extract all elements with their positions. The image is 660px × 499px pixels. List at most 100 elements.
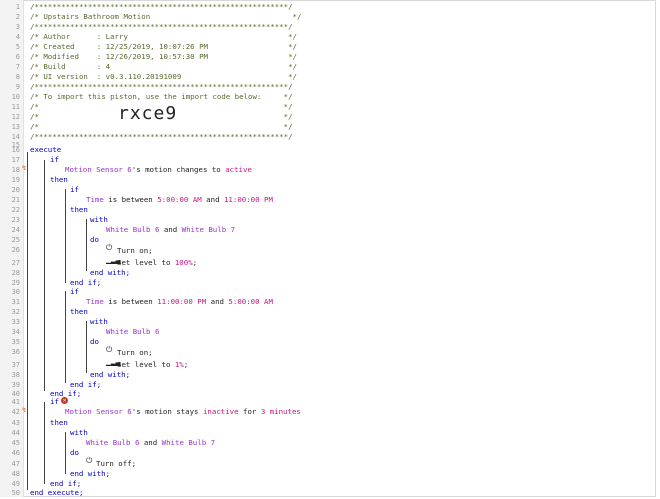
power-icon: ⏻ xyxy=(86,456,93,465)
condition-motion-active[interactable]: Motion Sensor 6's motion changes to acti… xyxy=(65,165,252,175)
execute-bracket xyxy=(27,152,28,490)
keyword-end-with[interactable]: end with; xyxy=(90,370,130,380)
condition-motion-inactive[interactable]: Motion Sensor 6's motion stays inactive … xyxy=(65,407,301,417)
device-joiner: and xyxy=(139,438,162,447)
condition-text: 's motion stays xyxy=(131,407,203,416)
header-author: /* Author : Larry */ xyxy=(30,32,297,41)
keyword-then[interactable]: then xyxy=(70,205,88,215)
device-white-bulb-6: White Bulb 6 xyxy=(86,438,140,447)
keyword-end-execute[interactable]: end execute; xyxy=(30,488,83,498)
line-number: 34 xyxy=(11,328,20,336)
header-build: /* Build : 4 */ xyxy=(30,62,297,71)
condition-time[interactable]: Time is between 5:00:00 AM and 11:00:00 … xyxy=(86,195,273,205)
line-number: 41 xyxy=(11,398,20,406)
keyword-with[interactable]: with xyxy=(90,317,108,327)
header-line: /***************************************… xyxy=(30,82,293,91)
line-number: 46 xyxy=(11,449,20,457)
line-number: 28 xyxy=(11,269,20,277)
keyword-do[interactable]: do xyxy=(90,235,99,245)
line-number: 5 xyxy=(15,43,20,51)
line-number: 9 xyxy=(15,83,20,91)
device-motion-sensor: Motion Sensor 6 xyxy=(65,407,132,416)
time-value: 5:00:00 AM xyxy=(157,195,202,204)
line-number: 18 xyxy=(11,166,20,174)
line-number: 2 xyxy=(15,13,20,21)
level-value: 100% xyxy=(174,258,193,267)
keyword-end-with[interactable]: end with; xyxy=(70,469,110,479)
command-set-level[interactable]: Set level to 1%; xyxy=(117,360,188,370)
line-number: 11 xyxy=(11,103,20,111)
line-number: 38 xyxy=(11,371,20,379)
cancel-icon[interactable]: ✕ xyxy=(61,397,68,404)
condition-text: and xyxy=(206,297,229,306)
command-turn-on[interactable]: Turn on; xyxy=(117,246,153,256)
device-white-bulb-7: White Bulb 7 xyxy=(161,438,216,447)
time-value: 11:00:00 PM xyxy=(157,297,207,306)
keyword-do[interactable]: do xyxy=(70,448,79,458)
keyword-if[interactable]: if xyxy=(70,287,79,297)
line-number: 24 xyxy=(11,226,20,234)
time-value: 11:00:00 PM xyxy=(223,195,273,204)
keyword-then[interactable]: then xyxy=(50,175,68,185)
if-bracket xyxy=(65,291,66,383)
line-number: 20 xyxy=(11,186,20,194)
keyword-do[interactable]: do xyxy=(90,337,99,347)
line-number: 47 xyxy=(11,460,20,468)
condition-value: active xyxy=(225,165,252,174)
line-number: 27 xyxy=(11,259,20,267)
keyword-with[interactable]: with xyxy=(90,215,108,225)
condition-text: is between xyxy=(103,297,158,306)
header-line: /***************************************… xyxy=(30,22,293,31)
condition-text: is between xyxy=(103,195,158,204)
header-line: /***************************************… xyxy=(30,132,293,141)
line-number: 21 xyxy=(11,196,20,204)
keyword-then[interactable]: then xyxy=(70,307,88,317)
command-text: Set level to xyxy=(117,258,175,267)
line-number: 30 xyxy=(11,288,20,296)
condition-time[interactable]: Time is between 11:00:00 PM and 5:00:00 … xyxy=(86,297,273,307)
time-operand: Time xyxy=(86,297,104,306)
device-white-bulb-6[interactable]: White Bulb 6 xyxy=(106,327,159,337)
line-number: 23 xyxy=(11,216,20,224)
header-title: /* Upstairs Bathroom Motion */ xyxy=(30,12,302,21)
device-list[interactable]: White Bulb 6 and White Bulb 7 xyxy=(86,438,215,448)
keyword-end-with[interactable]: end with; xyxy=(90,268,130,278)
line-number: 7 xyxy=(15,63,20,71)
time-operand: Time xyxy=(86,195,104,204)
line-number: 50 xyxy=(11,489,20,497)
device-list[interactable]: White Bulb 6 and White Bulb 7 xyxy=(106,225,235,235)
line-number: 3 xyxy=(15,23,20,31)
header-created: /* Created : 12/25/2019, 10:07:26 PM */ xyxy=(30,42,297,51)
command-set-level[interactable]: Set level to 100%; xyxy=(117,258,197,268)
condition-text: 's motion changes to xyxy=(131,165,226,174)
time-value: 5:00:00 AM xyxy=(228,297,273,306)
power-icon: ⏻ xyxy=(106,243,113,252)
command-turn-on[interactable]: Turn on; xyxy=(117,348,153,358)
condition-text: and xyxy=(201,195,224,204)
header-import: /* To import this piston, use the import… xyxy=(30,92,293,101)
line-number: 32 xyxy=(11,308,20,316)
condition-value: inactive xyxy=(202,407,239,416)
condition-text: for xyxy=(238,407,261,416)
line-number: 48 xyxy=(11,470,20,478)
keyword-with[interactable]: with xyxy=(70,428,88,438)
device-white-bulb-6: White Bulb 6 xyxy=(106,225,160,234)
import-code[interactable]: rxce9 xyxy=(118,103,177,124)
line-number: 43 xyxy=(11,419,20,427)
line-number: 36 xyxy=(11,348,20,356)
line-number: 13 xyxy=(11,123,20,131)
keyword-then[interactable]: then xyxy=(50,418,68,428)
line-number: 10 xyxy=(11,93,20,101)
with-bracket xyxy=(86,321,87,373)
line-number: 42 xyxy=(11,408,20,416)
keyword-if[interactable]: if xyxy=(50,397,59,407)
line-number: 25 xyxy=(11,236,20,244)
line-number: 4 xyxy=(15,33,20,41)
line-number: 44 xyxy=(11,429,20,437)
line-number: 6 xyxy=(15,53,20,61)
command-turn-off[interactable]: Turn off; xyxy=(96,459,136,469)
keyword-execute[interactable]: execute xyxy=(30,145,61,155)
line-number: 19 xyxy=(11,176,20,184)
keyword-if[interactable]: if xyxy=(70,185,79,195)
keyword-if[interactable]: if xyxy=(50,155,59,165)
